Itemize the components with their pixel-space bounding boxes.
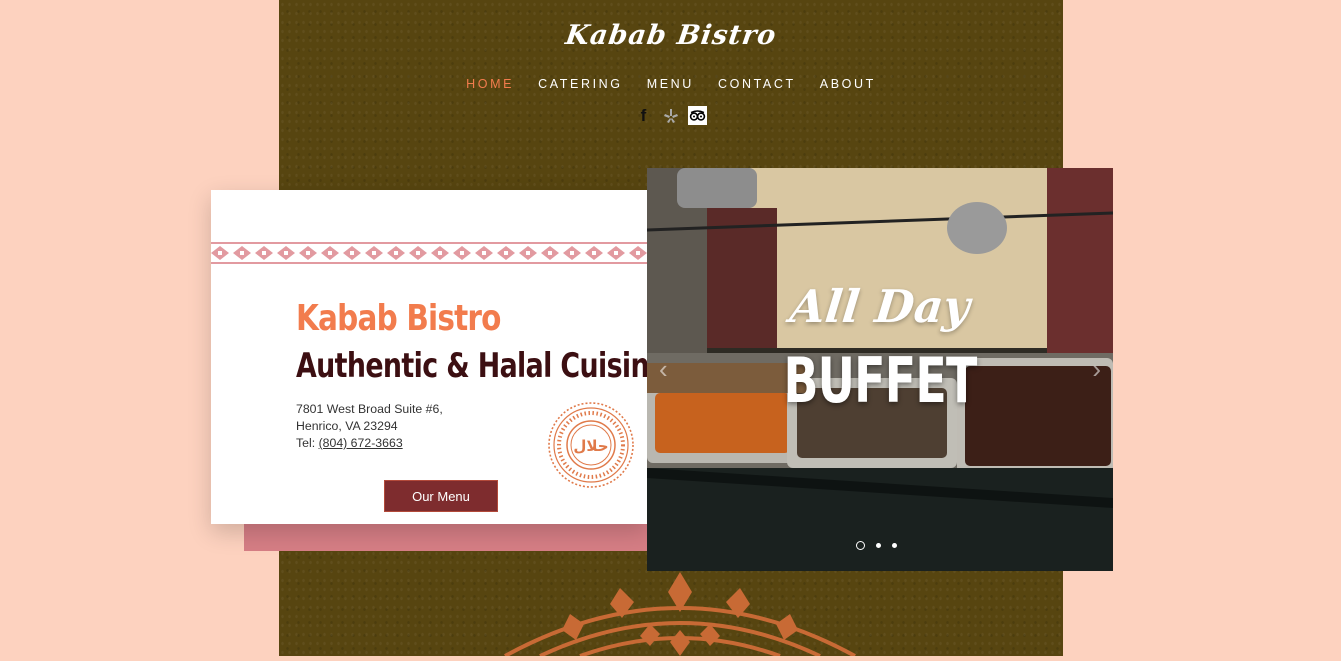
previous-slide-arrow[interactable]: ‹	[659, 354, 668, 385]
yelp-icon[interactable]	[661, 106, 680, 125]
address-line-2: Henrico, VA 23294	[296, 419, 398, 433]
address-line-1: 7801 West Broad Suite #6,	[296, 402, 443, 416]
restaurant-name: Kabab Bistro	[296, 298, 501, 339]
our-menu-button[interactable]: Our Menu	[384, 480, 498, 512]
info-card: Kabab Bistro Authentic & Halal Cuisine 7…	[211, 190, 667, 524]
slide-dot-1[interactable]	[856, 541, 865, 550]
next-slide-arrow[interactable]: ›	[1092, 354, 1101, 385]
nav-item-catering[interactable]: CATERING	[538, 77, 622, 91]
phone-link[interactable]: (804) 672-3663	[319, 436, 403, 450]
halal-text: حلال	[573, 437, 608, 455]
tel-label: Tel:	[296, 436, 316, 450]
nav-item-menu[interactable]: MENU	[647, 77, 694, 91]
phone-line: Tel: (804) 672-3663	[296, 435, 443, 452]
nav-item-contact[interactable]: CONTACT	[718, 77, 796, 91]
nav-item-home[interactable]: HOME	[466, 77, 514, 91]
decorative-pattern-band	[211, 242, 648, 264]
main-nav: HOME CATERING MENU CONTACT ABOUT	[279, 77, 1063, 91]
address-block: 7801 West Broad Suite #6, Henrico, VA 23…	[296, 401, 443, 452]
site-logo[interactable]: Kabab Bistro	[279, 20, 1063, 51]
hero-script-text: All Day	[787, 280, 973, 333]
tagline: Authentic & Halal Cuisine	[296, 346, 667, 386]
halal-badge: حلال	[547, 401, 635, 489]
mandala-ornament	[500, 570, 860, 661]
slide-dot-2[interactable]	[876, 543, 881, 548]
tripadvisor-icon[interactable]	[688, 106, 707, 125]
slide-indicators	[856, 541, 897, 550]
nav-item-about[interactable]: ABOUT	[820, 77, 876, 91]
facebook-icon[interactable]: f	[634, 106, 653, 125]
hero-headline: BUFFET	[783, 344, 977, 417]
buffet-slideshow: ‹ › All Day BUFFET	[647, 168, 1113, 571]
slide-dot-3[interactable]	[892, 543, 897, 548]
social-bar: f	[634, 106, 707, 125]
